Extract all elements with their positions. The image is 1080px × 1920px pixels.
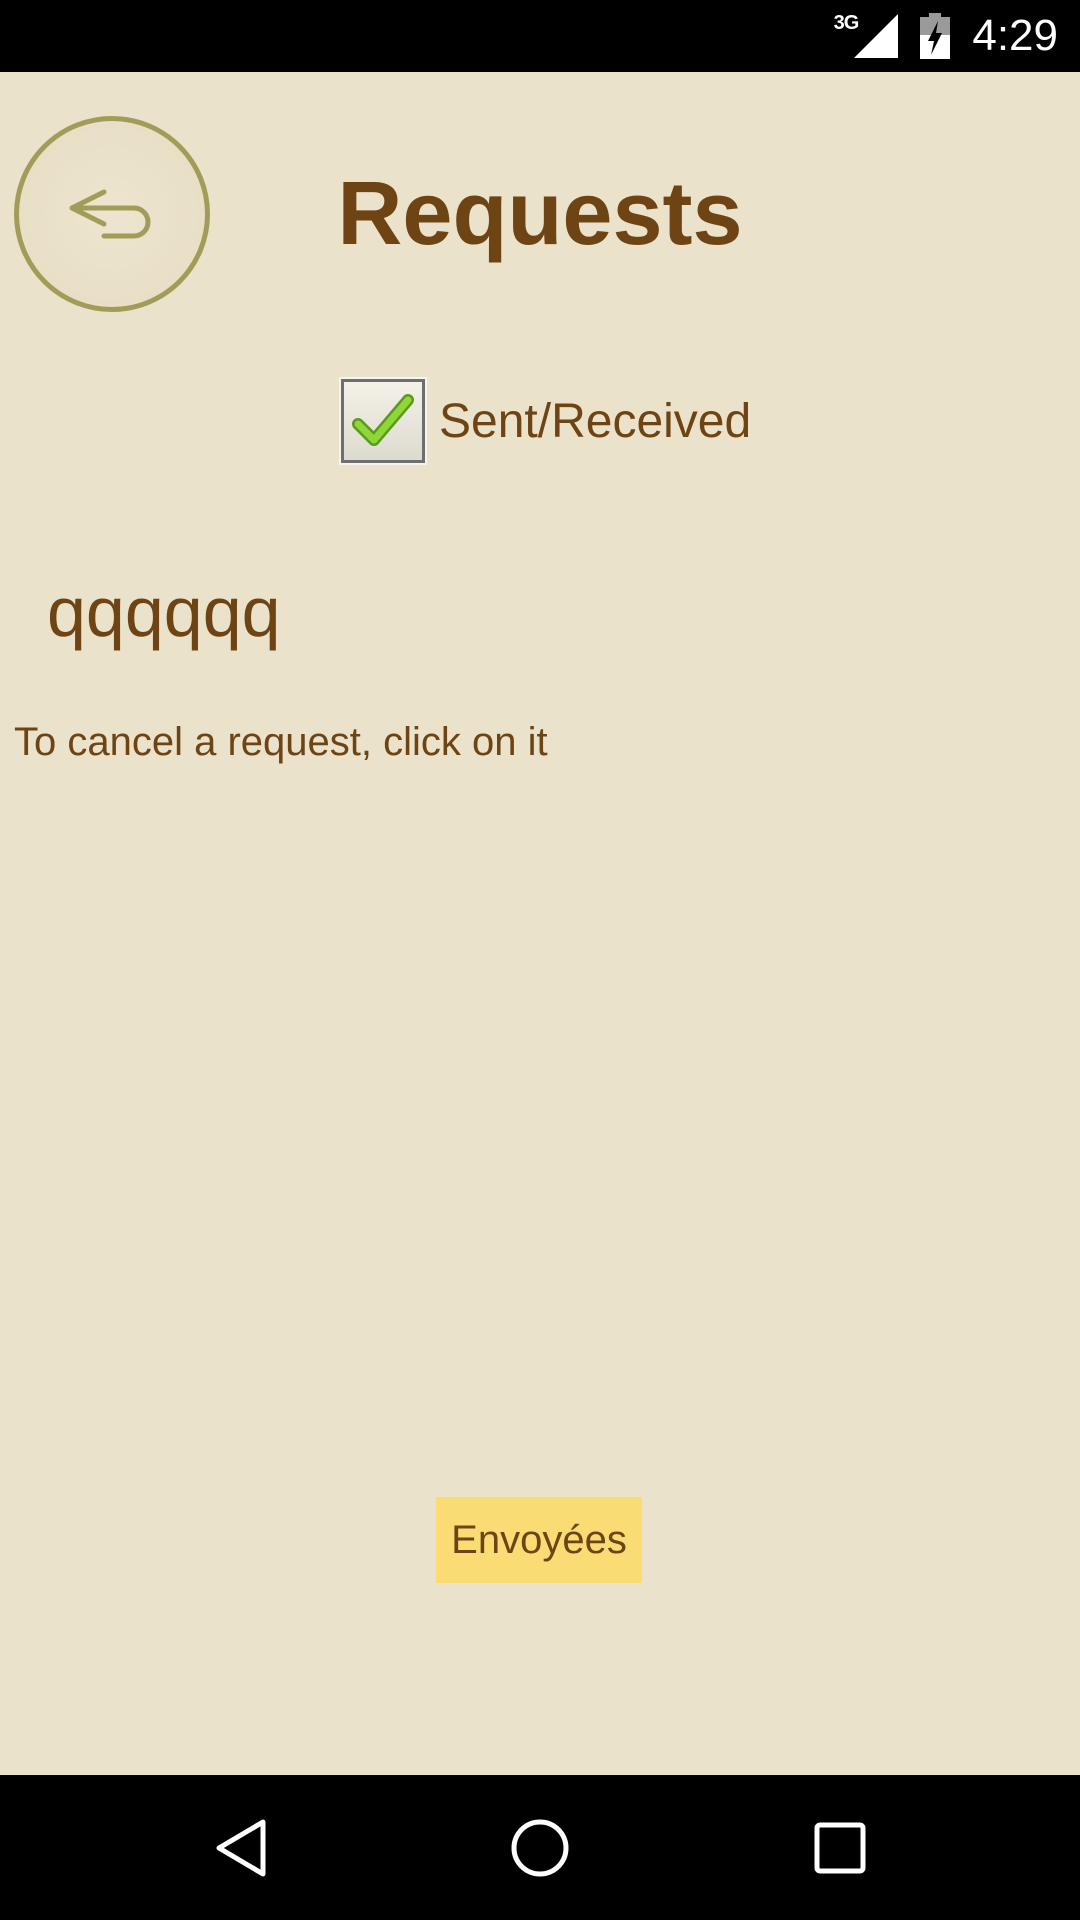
nav-home-button[interactable] (480, 1775, 600, 1920)
nav-back-button[interactable] (181, 1775, 301, 1920)
sent-received-checkbox[interactable] (339, 377, 427, 465)
battery-charging-icon (920, 13, 951, 59)
page-title: Requests (337, 164, 743, 264)
navigation-bar (0, 1775, 1080, 1920)
signal-icon (854, 14, 899, 58)
home-circle-icon (510, 1818, 570, 1878)
sent-received-label: Sent/Received (439, 394, 752, 448)
status-icons: 3G 4:29 (834, 0, 1058, 72)
sent-received-toggle[interactable]: Sent/Received (339, 376, 752, 466)
clock: 4:29 (972, 11, 1058, 60)
requests-screen: Requests Sent/Received qqqqqq To cancel … (0, 72, 1080, 1775)
sent-filter-button[interactable]: Envoyées (436, 1497, 642, 1583)
status-bar: 3G 4:29 (0, 0, 1080, 72)
cancel-hint: To cancel a request, click on it (14, 720, 548, 764)
request-item[interactable]: qqqqqq (47, 570, 281, 654)
nav-recents-button[interactable] (780, 1775, 900, 1920)
back-triangle-icon (213, 1818, 269, 1878)
recents-square-icon (813, 1821, 867, 1875)
